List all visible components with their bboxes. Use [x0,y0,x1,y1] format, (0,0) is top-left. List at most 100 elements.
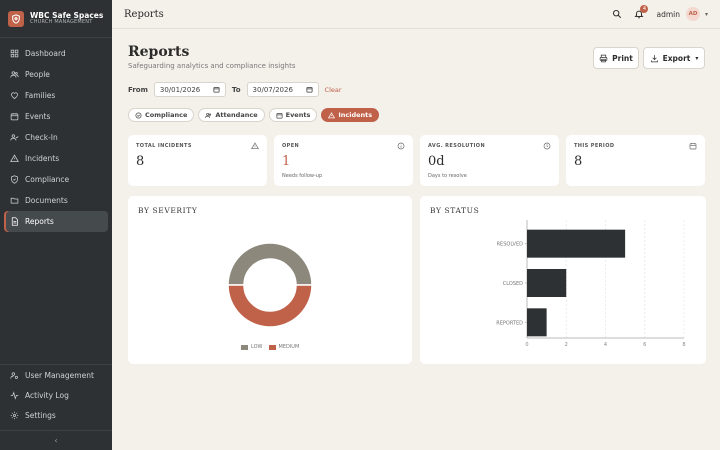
legend-label: LOW [251,344,263,350]
topbar-title: Reports [124,8,164,20]
date-filter: From 30/01/2026 To 30/07/2026 Clear [128,82,342,97]
y-tick-label: CLOSED [503,281,523,287]
x-tick-label: 4 [604,342,607,348]
sidebar-item-documents[interactable]: Documents [4,190,108,211]
sidebar-nav: Dashboard People Families Events Check-I… [0,38,112,232]
donut-slice-medium[interactable] [227,284,313,328]
tab-label: Compliance [145,111,188,119]
calendar-icon [689,143,697,150]
stat-card-total-incidents: TOTAL INCIDENTS 8 [128,135,267,186]
stat-note: Days to resolve [428,173,467,179]
brand[interactable]: WBC Safe Spaces CHURCH MANAGEMENT [0,0,112,38]
sidebar-item-label: Activity Log [25,390,69,400]
calendar-icon [306,87,313,93]
notifications-button[interactable]: 4 [634,5,649,19]
page-title: Reports [128,44,190,60]
check-in-icon [10,134,19,141]
sidebar-item-label: Reports [25,217,54,226]
sidebar-item-compliance[interactable]: Compliance [4,169,108,190]
to-date-input[interactable]: 30/07/2026 [246,82,319,97]
sidebar-collapse-button[interactable]: ‹ [0,430,112,450]
warning-icon [328,111,336,118]
sidebar-item-events[interactable]: Events [4,106,108,127]
severity-panel: BY SEVERITY LOW MEDIUM [128,196,412,364]
sidebar-item-label: Compliance [25,175,70,184]
legend-swatch [268,344,276,350]
tab-incidents[interactable]: Incidents [321,108,380,122]
stat-value: 8 [574,154,583,169]
sidebar-item-reports[interactable]: Reports [4,211,108,232]
tab-compliance[interactable]: Compliance [128,108,195,122]
sidebar-item-user-management[interactable]: User Management [4,365,108,385]
print-label: Print [612,53,633,63]
stat-value: 1 [282,154,291,169]
bar-resolved[interactable] [527,229,626,258]
export-label: Export [662,53,691,63]
sidebar-item-label: Documents [25,196,68,205]
sidebar: WBC Safe Spaces CHURCH MANAGEMENT Dashbo… [0,0,112,450]
export-button[interactable]: Export ▾ [643,47,705,69]
activity-icon [10,390,19,400]
sidebar-item-label: User Management [25,370,94,380]
sidebar-item-label: People [25,70,50,79]
sidebar-bottom-nav: User Management Activity Log Settings [0,364,112,425]
from-date-input[interactable]: 30/01/2026 [153,82,226,97]
y-tick-label: RESOLVED [497,242,524,248]
from-label: From [128,85,148,94]
stat-card-this-period: THIS PERIOD 8 [566,135,705,186]
shield-icon [11,175,18,184]
tab-attendance[interactable]: Attendance [198,108,265,122]
sidebar-item-settings[interactable]: Settings [4,405,108,425]
report-tabs: Compliance Attendance Events Incidents [128,108,383,122]
user-name[interactable]: admin [656,10,680,19]
topbar: Reports 4 admin AD ▾ [112,0,720,29]
x-tick-label: 0 [525,342,528,348]
stat-label: THIS PERIOD [574,143,615,149]
page-subtitle: Safeguarding analytics and compliance in… [128,62,296,70]
people-icon [205,112,212,118]
stat-card-avg-resolution: AVG. RESOLUTION 0d Days to resolve [420,135,559,186]
chevron-left-icon: ‹ [54,436,58,445]
grid-icon [10,49,19,58]
warning-icon [251,142,259,149]
chevron-down-icon[interactable]: ▾ [705,11,708,18]
bar-closed[interactable] [527,269,567,297]
stat-value: 8 [136,154,145,169]
sidebar-item-label: Settings [25,410,56,420]
sidebar-item-people[interactable]: People [4,64,108,85]
tab-label: Attendance [215,111,258,119]
search-button[interactable] [612,9,622,19]
print-button[interactable]: Print [593,47,639,69]
app-subtitle: CHURCH MANAGEMENT [30,18,93,25]
sidebar-item-check-in[interactable]: Check-In [4,127,108,148]
sidebar-item-dashboard[interactable]: Dashboard [4,43,108,64]
x-tick-label: 8 [682,342,685,348]
sidebar-item-label: Dashboard [25,49,66,58]
stat-note: Needs follow-up [282,173,323,179]
donut-slice-low[interactable] [227,242,313,286]
from-date-value: 30/01/2026 [159,85,201,94]
stat-label: OPEN [282,143,300,149]
user-settings-icon [10,371,18,379]
folder-icon [10,197,19,204]
document-icon [11,217,18,226]
download-icon [650,54,658,62]
sidebar-item-incidents[interactable]: Incidents [4,148,108,169]
legend-item-medium: MEDIUM [268,344,300,350]
avatar[interactable]: AD [685,7,700,21]
tab-label: Incidents [338,111,373,119]
shield-icon [135,112,142,118]
chevron-down-icon: ▾ [695,54,699,62]
legend-item-low: LOW [241,344,263,350]
to-date-value: 30/07/2026 [252,85,293,94]
tab-events[interactable]: Events [268,108,318,122]
gear-icon [10,411,19,419]
sidebar-item-families[interactable]: Families [4,85,108,106]
sidebar-item-label: Check-In [25,133,58,142]
clear-link[interactable]: Clear [325,86,342,94]
stat-value: 0d [428,154,445,169]
sidebar-item-activity-log[interactable]: Activity Log [4,385,108,405]
tab-label: Events [285,111,311,119]
bar-reported[interactable] [527,308,547,337]
legend-label: MEDIUM [278,344,300,350]
